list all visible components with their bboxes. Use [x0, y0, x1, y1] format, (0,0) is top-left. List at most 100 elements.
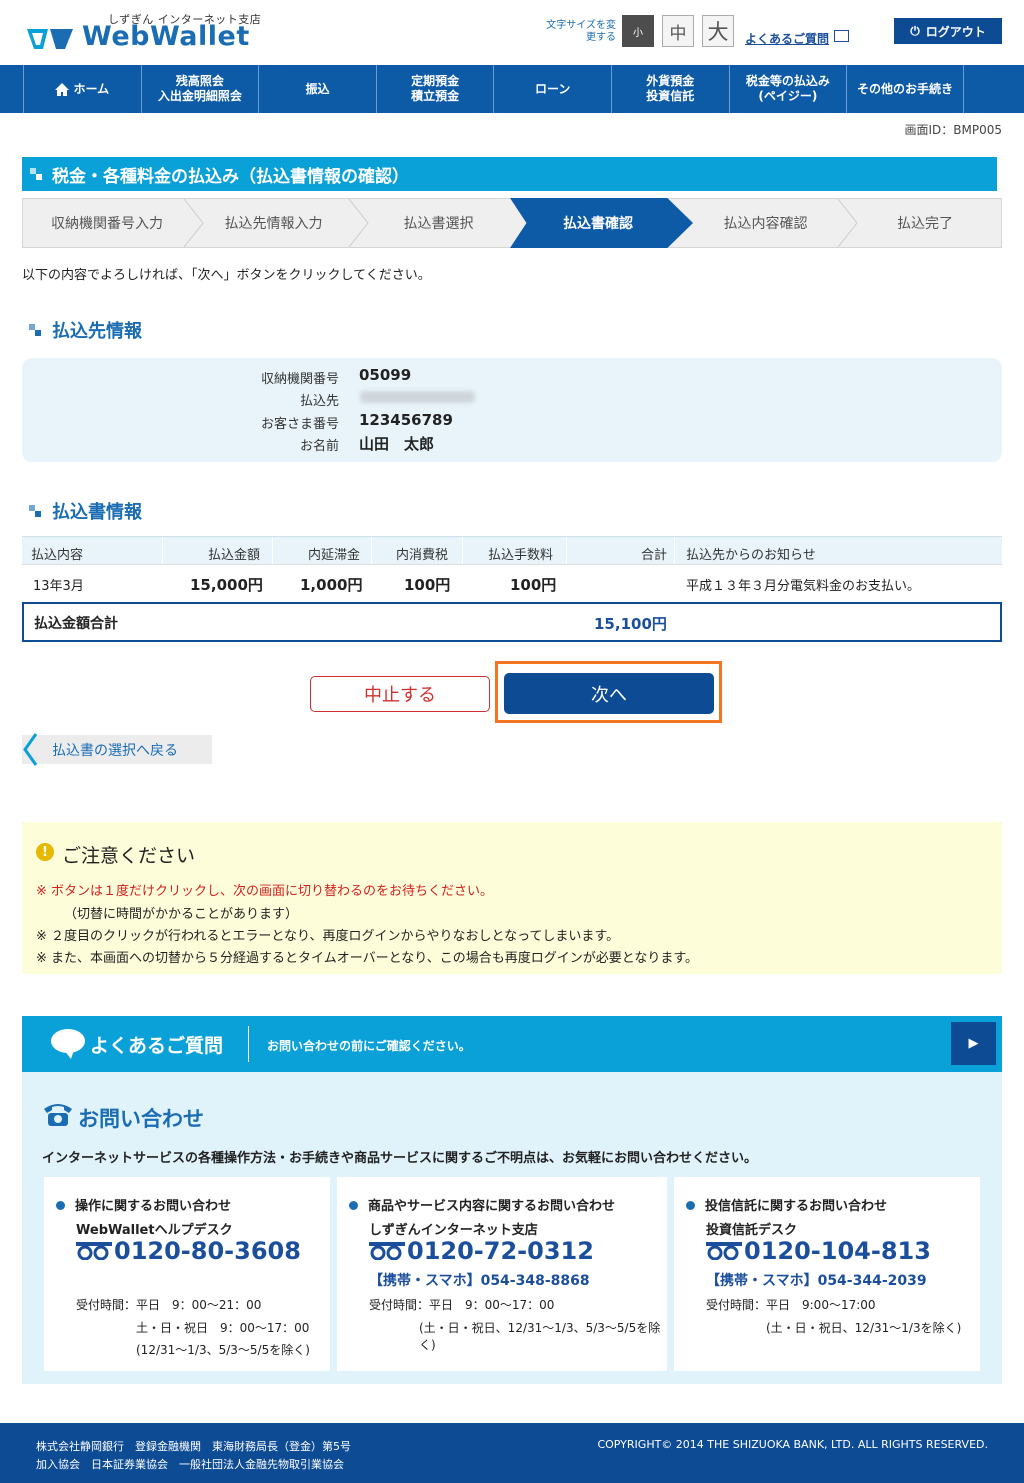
font-size-medium-button[interactable]: 中	[662, 15, 694, 47]
nav-balance-label-1: 残高照会	[175, 74, 224, 88]
payee-section-title-text: 払込先情報	[52, 321, 142, 342]
name-value: 山田 太郎	[359, 435, 435, 453]
logo-text[interactable]: WebWallet	[82, 21, 250, 52]
step-5: 払込内容確認	[723, 216, 808, 232]
card-2-tel[interactable]: 0120-72-0312	[369, 1237, 594, 1265]
nav-foreign[interactable]: 外貨預金 投資信託	[610, 65, 729, 113]
nav-payeasy-label-2: (ペイジー)	[758, 89, 818, 103]
nav-other-label: その他のお手続き	[856, 81, 953, 96]
step-2: 払込先情報入力	[224, 216, 323, 232]
section-square-icon	[29, 324, 41, 336]
th-late-fee: 内延滞金	[308, 548, 361, 563]
card-2-hours-2: (土・日・祝日、12/31～1/3、5/3～5/5を除く)	[419, 1321, 661, 1352]
chevron-left-icon	[23, 733, 38, 766]
td-late-fee: 1,000円	[300, 576, 363, 594]
back-link-label: 払込書の選択へ戻る	[52, 742, 178, 759]
nav-time-deposit[interactable]: 定期預金 積立預金	[375, 65, 494, 113]
nav-balance-label-2: 入出金明細照会	[157, 89, 242, 103]
step-3: 払込書選択	[403, 216, 474, 232]
nav-other[interactable]: その他のお手続き	[846, 65, 964, 113]
card-1-tel[interactable]: 0120-80-3608	[76, 1237, 301, 1265]
font-size-large-button[interactable]: 大	[702, 15, 734, 47]
home-icon	[55, 82, 70, 96]
card-3-tel[interactable]: 0120-104-813	[706, 1237, 931, 1265]
nav-loan-label: ローン	[534, 81, 571, 96]
nav-home[interactable]: ホーム	[23, 65, 141, 113]
card-2-hours-1: 受付時間：平日 9：00～17：00	[369, 1298, 555, 1312]
notice-line-4: ※ また、本画面への切替から５分経過するとタイムオーバーとなり、この場合も再度ロ…	[36, 951, 699, 966]
card-1-hours-3: (12/31～1/3、5/3～5/5を除く)	[136, 1343, 310, 1357]
card-2-name: しずぎんインターネット支店	[369, 1223, 538, 1238]
telephone-icon	[44, 1104, 72, 1126]
institution-label: 収納機関番号	[260, 372, 339, 387]
nav-balance[interactable]: 残高照会 入出金明細照会	[140, 65, 259, 113]
faq-banner-desc: お問い合わせの前にご確認ください。	[267, 1039, 471, 1053]
card-1-tel-number: 0120-80-3608	[114, 1237, 301, 1265]
nav-transfer-label: 振込	[305, 81, 330, 96]
back-link[interactable]: 払込書の選択へ戻る	[22, 735, 212, 764]
card-3-name: 投資信託デスク	[706, 1223, 798, 1238]
card-1-name: WebWalletヘルプデスク	[76, 1223, 233, 1238]
bill-table-header: 払込内容 払込金額 内延滞金 内消費税 払込手数料 合計 払込先からのお知らせ	[22, 536, 1002, 565]
logout-label: ログアウト	[925, 24, 986, 39]
total-value: 15,100円	[594, 615, 667, 633]
card-1-hours-1: 受付時間：平日 9：00～21：00	[76, 1298, 262, 1312]
td-tax: 100円	[404, 576, 451, 594]
customer-number-value: 123456789	[359, 411, 453, 429]
nav-transfer[interactable]: 振込	[258, 65, 376, 113]
th-content: 払込内容	[31, 548, 84, 563]
contact-desc: インターネットサービスの各種操作方法・お手続きや商品サービスに関するご不明点は、…	[42, 1151, 758, 1166]
faq-divider	[248, 1026, 249, 1062]
nav-payeasy-label-1: 税金等の払込み	[745, 74, 830, 88]
cancel-button[interactable]: 中止する	[310, 676, 490, 712]
notice-line-1: ※ ボタンは１度だけクリックし、次の画面に切り替わるのをお待ちください。	[36, 884, 494, 899]
play-arrow-icon: ▶	[968, 1036, 979, 1051]
notice-title: ご注意ください	[62, 845, 196, 867]
payee-info-box: 収納機関番号 05099 払込先 お客さま番号 123456789 お名前 山田…	[22, 358, 1002, 462]
th-total: 合計	[641, 548, 668, 563]
next-button[interactable]: 次へ	[504, 673, 714, 714]
contact-title: お問い合わせ	[78, 1107, 204, 1131]
external-window-icon	[834, 30, 849, 42]
td-notice: 平成１３年３月分電気料金のお支払い。	[686, 579, 921, 594]
faq-banner-title: よくあるご質問	[90, 1035, 224, 1057]
th-fee: 払込手数料	[488, 548, 554, 563]
screen-id: 画面ID：BMP005	[904, 123, 1002, 137]
section-square-icon	[29, 505, 41, 517]
nav-time-deposit-label-1: 定期預金	[411, 74, 460, 88]
progress-steps: 収納機関番号入力 払込先情報入力 払込書選択 払込書確認 払込内容確認 払込完了	[22, 198, 1002, 248]
font-size-label: 文字サイズを変更する	[546, 20, 616, 43]
card-1-heading: 操作に関するお問い合わせ	[56, 1195, 231, 1214]
td-content: 13年3月	[33, 579, 84, 594]
card-3-heading: 投信信託に関するお問い合わせ	[686, 1195, 887, 1214]
card-3-mobile[interactable]: 【携帯・スマホ】054-344-2039	[706, 1270, 927, 1290]
td-amount: 15,000円	[190, 576, 263, 594]
card-2-mobile[interactable]: 【携帯・スマホ】054-348-8868	[369, 1270, 590, 1290]
contact-card-investment: 投信信託に関するお問い合わせ 投資信託デスク 0120-104-813 【携帯・…	[674, 1177, 980, 1371]
nav-payeasy[interactable]: 税金等の払込み (ペイジー)	[728, 65, 847, 113]
td-fee: 100円	[510, 576, 557, 594]
card-2-heading: 商品やサービス内容に関するお問い合わせ	[349, 1195, 615, 1214]
bill-total-row: 払込金額合計 15,100円	[22, 602, 1002, 642]
footer-copyright: COPYRIGHT© 2014 THE SHIZUOKA BANK, LTD. …	[597, 1438, 988, 1451]
speech-bubble-icon	[51, 1029, 85, 1059]
th-notice: 払込先からのお知らせ	[686, 548, 816, 563]
font-size-small-button[interactable]: 小	[622, 15, 654, 47]
faq-arrow-button[interactable]: ▶	[951, 1022, 996, 1065]
nav-loan[interactable]: ローン	[493, 65, 611, 113]
th-amount: 払込金額	[208, 548, 261, 563]
freedial-icon	[76, 1242, 112, 1260]
footer-line-1: 株式会社静岡銀行 登録金融機関 東海財務局長（登金）第5号	[36, 1440, 351, 1453]
faq-link[interactable]: よくあるご質問	[745, 30, 829, 47]
wallet-logo-icon	[27, 29, 73, 49]
step-6: 払込完了	[897, 216, 953, 232]
logout-button[interactable]: ⏻ ログアウト	[894, 18, 1002, 44]
global-nav: ホーム 残高照会 入出金明細照会 振込 定期預金 積立預金 ローン 外貨預金 投…	[0, 65, 1024, 113]
freedial-icon	[706, 1242, 742, 1260]
bill-table-row: 13年3月 15,000円 1,000円 100円 100円 平成１３年３月分電…	[22, 564, 1002, 600]
footer: 株式会社静岡銀行 登録金融機関 東海財務局長（登金）第5号 加入協会 日本証券業…	[0, 1423, 1024, 1483]
step-1: 収納機関番号入力	[51, 216, 163, 232]
payee-label: 払込先	[299, 394, 339, 409]
instruction-text: 以下の内容でよろしければ、「次へ」ボタンをクリックしてください。	[22, 268, 431, 283]
card-3-tel-number: 0120-104-813	[744, 1237, 931, 1265]
